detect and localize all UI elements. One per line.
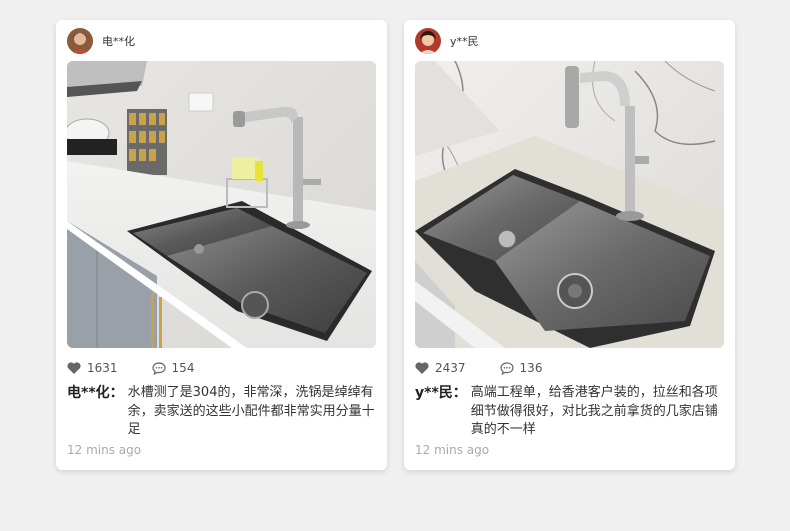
avatar[interactable] <box>415 28 441 54</box>
post-card-1[interactable]: 电**化 1631 154 电**化： 水槽测了是304的，非常深，洗锅是绰绰有… <box>56 20 387 470</box>
post-header: 电**化 <box>67 28 135 54</box>
like-count: 1631 <box>87 361 118 375</box>
post-comment: y**民： 高端工程单，给香港客户装的，拉丝和各项细节做得很好，对比我之前拿货的… <box>415 384 725 440</box>
comment-text: 高端工程单，给香港客户装的，拉丝和各项细节做得很好，对比我之前拿货的几家店铺真的… <box>470 385 718 437</box>
post-photo[interactable] <box>415 61 724 348</box>
comment-stat[interactable]: 154 <box>151 361 195 375</box>
comment-stat[interactable]: 136 <box>499 361 543 375</box>
post-header: y**民 <box>415 28 479 54</box>
post-card-2[interactable]: y**民 2437 136 y**民： 高端工程单，给香港客户装的，拉丝和各项细… <box>404 20 735 470</box>
username[interactable]: y**民 <box>450 33 479 49</box>
heart-icon[interactable] <box>415 362 429 374</box>
comment-author[interactable]: y**民： <box>415 384 467 440</box>
post-time: 12 mins ago <box>67 443 142 457</box>
post-photo[interactable] <box>67 61 376 348</box>
speech-bubble-icon[interactable] <box>499 361 514 375</box>
comment-author[interactable]: 电**化： <box>67 384 124 440</box>
username[interactable]: 电**化 <box>102 33 135 49</box>
post-comment: 电**化： 水槽测了是304的，非常深，洗锅是绰绰有余，卖家送的这些小配件都非常… <box>67 384 377 440</box>
comment-count: 136 <box>519 361 543 375</box>
like-count: 2437 <box>435 361 466 375</box>
comment-count: 154 <box>171 361 195 375</box>
speech-bubble-icon[interactable] <box>151 361 166 375</box>
heart-icon[interactable] <box>67 362 81 374</box>
post-stats: 2437 136 <box>415 360 542 376</box>
like-stat[interactable]: 1631 <box>67 361 118 375</box>
avatar[interactable] <box>67 28 93 54</box>
comment-text: 水槽测了是304的，非常深，洗锅是绰绰有余，卖家送的这些小配件都非常实用分量十足 <box>127 385 375 437</box>
like-stat[interactable]: 2437 <box>415 361 466 375</box>
post-stats: 1631 154 <box>67 360 194 376</box>
post-time: 12 mins ago <box>415 443 490 457</box>
